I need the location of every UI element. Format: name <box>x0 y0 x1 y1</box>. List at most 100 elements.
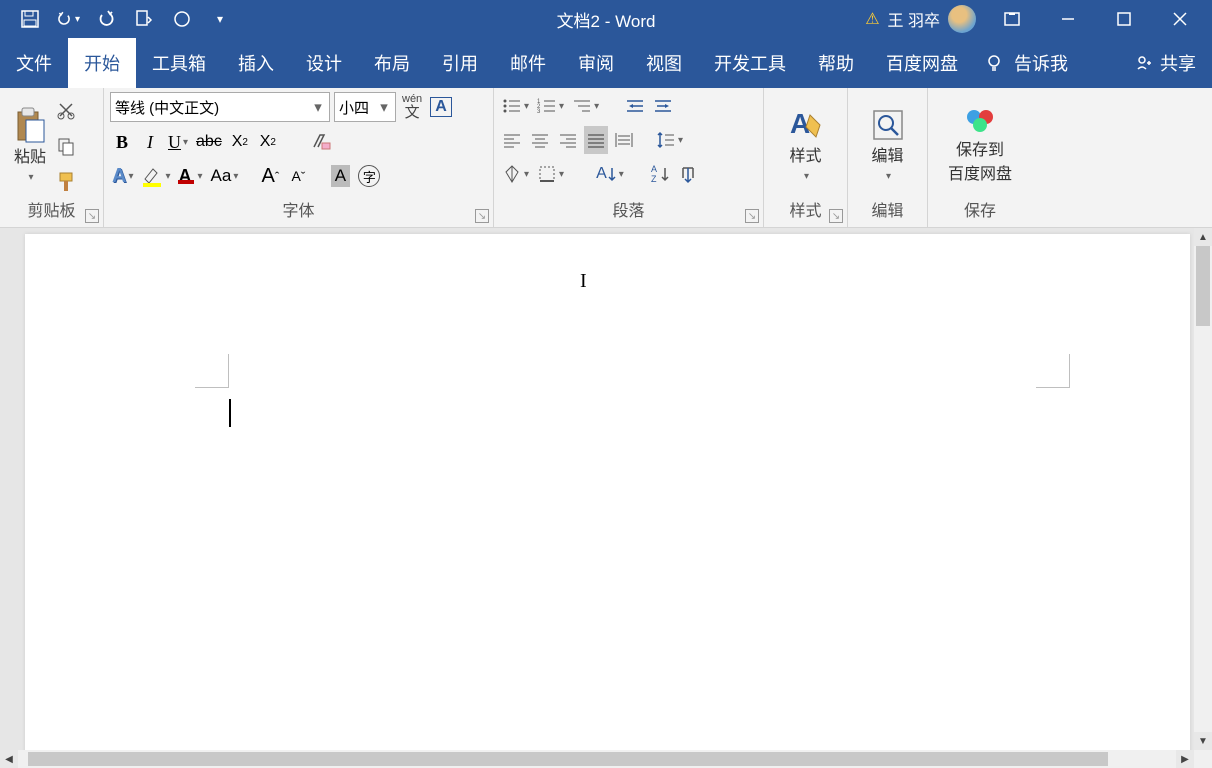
italic-button[interactable]: I <box>138 128 162 156</box>
tab-file[interactable]: 文件 <box>0 38 68 88</box>
vscroll-track[interactable] <box>1194 246 1212 732</box>
horizontal-scrollbar[interactable]: ◀ ▶ <box>0 750 1194 768</box>
editing-group-label: 编辑 <box>854 197 921 225</box>
clipboard-launcher[interactable]: ↘ <box>85 209 99 223</box>
character-border-button[interactable]: A <box>428 93 454 121</box>
shrink-font-button[interactable]: Aˇ <box>286 162 310 190</box>
font-name-combo[interactable]: 等线 (中文正文) ▾ <box>110 92 330 122</box>
tab-developer[interactable]: 开发工具 <box>698 38 802 88</box>
tab-design[interactable]: 设计 <box>290 38 358 88</box>
enclose-characters-button[interactable]: 字 <box>356 162 382 190</box>
superscript-button[interactable]: X2 <box>256 128 280 156</box>
baidu-cloud-icon <box>962 105 998 137</box>
document-page[interactable]: I <box>25 234 1190 750</box>
ribbon: 粘贴 ▾ 剪贴板 ↘ 等线 (中文正文) ▾ 小四 ▾ <box>0 88 1212 228</box>
text-cursor <box>229 399 231 427</box>
user-avatar <box>948 5 976 33</box>
change-case-button[interactable]: Aa▾ <box>209 162 241 190</box>
scroll-down-icon[interactable]: ▼ <box>1194 732 1212 750</box>
vscroll-thumb[interactable] <box>1196 246 1210 326</box>
increase-indent-button[interactable] <box>651 92 675 120</box>
editing-button[interactable]: 编辑 ▾ <box>854 92 921 197</box>
find-icon <box>870 107 906 143</box>
borders-button[interactable]: ▾ <box>535 160 566 188</box>
grow-font-button[interactable]: Aˆ <box>258 162 282 190</box>
tab-review[interactable]: 审阅 <box>562 38 630 88</box>
tab-view[interactable]: 视图 <box>630 38 698 88</box>
paste-label: 粘贴 <box>14 148 46 167</box>
user-account[interactable]: ⚠ 王 羽卒 <box>865 5 976 33</box>
scroll-right-icon[interactable]: ▶ <box>1176 750 1194 768</box>
highlight-button[interactable]: ▾ <box>139 162 172 190</box>
hscroll-thumb[interactable] <box>28 752 1108 766</box>
close-button[interactable] <box>1160 5 1200 33</box>
tab-references[interactable]: 引用 <box>426 38 494 88</box>
asian-layout-button[interactable]: A▾ <box>594 160 626 188</box>
text-effects-button[interactable]: A▾ <box>110 162 135 190</box>
redo-icon[interactable] <box>94 7 118 31</box>
align-center-button[interactable] <box>528 126 552 154</box>
touch-mode-icon[interactable] <box>132 7 156 31</box>
paragraph-launcher[interactable]: ↘ <box>745 209 759 223</box>
bold-button[interactable]: B <box>110 128 134 156</box>
align-right-button[interactable] <box>556 126 580 154</box>
underline-button[interactable]: U▾ <box>166 128 190 156</box>
distributed-button[interactable] <box>612 126 636 154</box>
scroll-left-icon[interactable]: ◀ <box>0 750 18 768</box>
chevron-down-icon: ▾ <box>28 172 33 183</box>
tell-me[interactable]: 告诉我 <box>974 38 1078 88</box>
clipboard-icon <box>14 106 46 144</box>
styles-label: 样式 <box>789 147 821 166</box>
share-button[interactable]: 共享 <box>1118 38 1212 88</box>
line-spacing-button[interactable]: ▾ <box>654 126 685 154</box>
paste-button[interactable]: 粘贴 ▾ <box>6 92 54 197</box>
sort-button[interactable]: AZ <box>648 160 672 188</box>
save-icon[interactable] <box>18 7 42 31</box>
decrease-indent-button[interactable] <box>623 92 647 120</box>
cut-icon[interactable] <box>54 96 78 124</box>
share-label: 共享 <box>1160 50 1196 76</box>
share-icon <box>1134 53 1154 73</box>
clear-formatting-button[interactable] <box>308 128 334 156</box>
show-marks-button[interactable] <box>676 160 700 188</box>
save-baidu-button[interactable]: 保存到 百度网盘 <box>934 92 1026 197</box>
tab-layout[interactable]: 布局 <box>358 38 426 88</box>
qat-circle-icon[interactable] <box>170 7 194 31</box>
subscript-button[interactable]: X2 <box>228 128 252 156</box>
copy-icon[interactable] <box>54 132 78 160</box>
qat-customize-icon[interactable]: ▾ <box>208 7 232 31</box>
font-size-combo[interactable]: 小四 ▾ <box>334 92 396 122</box>
window-title: 文档2 - Word <box>557 7 656 32</box>
font-color-button[interactable]: A▾ <box>177 162 205 190</box>
tab-toolbox[interactable]: 工具箱 <box>136 38 222 88</box>
ribbon-display-icon[interactable] <box>992 5 1032 33</box>
shading-button[interactable]: ▾ <box>500 160 531 188</box>
phonetic-guide-button[interactable]: wén 文 <box>400 93 424 121</box>
tab-mailings[interactable]: 邮件 <box>494 38 562 88</box>
character-shading-button[interactable]: A <box>328 162 352 190</box>
bullets-button[interactable]: ▾ <box>500 92 531 120</box>
undo-icon[interactable]: ▾ <box>56 7 80 31</box>
tab-home[interactable]: 开始 <box>68 38 136 88</box>
font-launcher[interactable]: ↘ <box>475 209 489 223</box>
align-left-button[interactable] <box>500 126 524 154</box>
format-painter-icon[interactable] <box>54 168 78 196</box>
tab-insert[interactable]: 插入 <box>222 38 290 88</box>
styles-launcher[interactable]: ↘ <box>829 209 843 223</box>
hscroll-track[interactable] <box>18 750 1176 768</box>
styles-button[interactable]: A 样式 ▾ <box>770 92 841 197</box>
minimize-button[interactable] <box>1048 5 1088 33</box>
tab-baidu[interactable]: 百度网盘 <box>870 38 974 88</box>
chevron-down-icon: ▾ <box>886 171 891 182</box>
justify-button[interactable] <box>584 126 608 154</box>
strikethrough-button[interactable]: abc <box>194 128 224 156</box>
scroll-up-icon[interactable]: ▲ <box>1194 228 1212 246</box>
maximize-button[interactable] <box>1104 5 1144 33</box>
tell-me-label: 告诉我 <box>1014 50 1068 76</box>
multilevel-list-button[interactable]: ▾ <box>570 92 601 120</box>
numbering-button[interactable]: 123▾ <box>535 92 566 120</box>
svg-text:A: A <box>651 164 657 174</box>
vertical-scrollbar[interactable]: ▲ ▼ <box>1194 228 1212 750</box>
tab-help[interactable]: 帮助 <box>802 38 870 88</box>
quick-access-toolbar: ▾ ▾ <box>0 7 232 31</box>
